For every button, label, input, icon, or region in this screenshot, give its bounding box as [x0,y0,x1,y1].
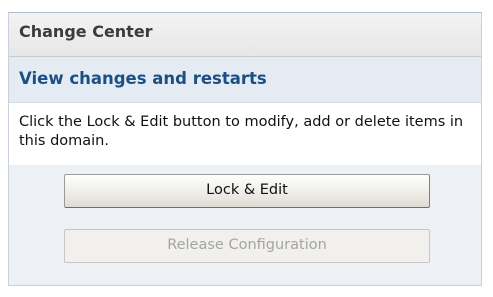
change-center-panel: Change Center View changes and restarts … [8,12,482,286]
instruction-text: Click the Lock & Edit button to modify, … [9,103,481,165]
panel-title: Change Center [9,13,481,57]
section-title: View changes and restarts [9,57,481,103]
actions-area: Lock & Edit Release Configuration [9,165,481,285]
release-configuration-button: Release Configuration [64,229,430,263]
lock-edit-button[interactable]: Lock & Edit [64,174,430,208]
